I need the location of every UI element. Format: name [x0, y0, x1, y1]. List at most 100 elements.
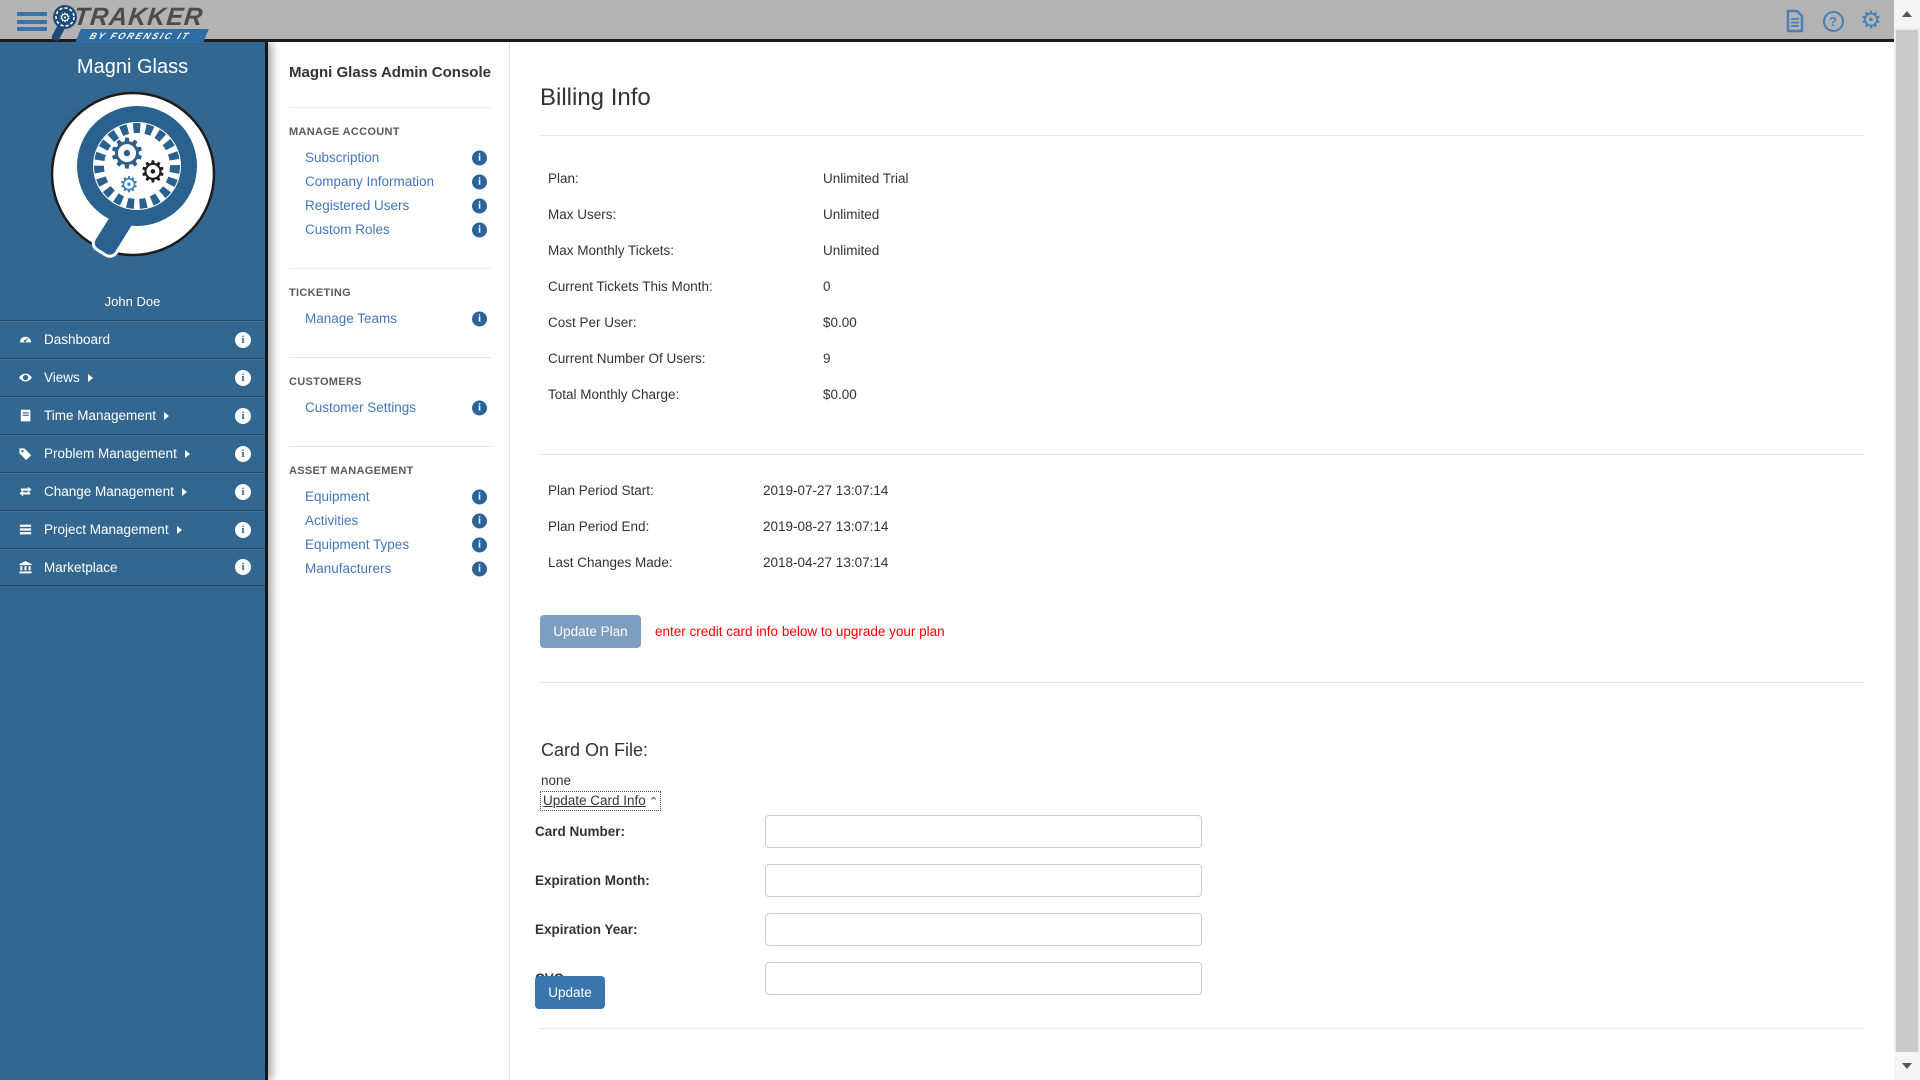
caret-right-icon [176, 525, 182, 534]
admin-link-row: Equipment [289, 485, 491, 509]
sidebar-item-marketplace[interactable]: Marketplace [0, 548, 265, 586]
admin-link-row: Equipment Types [289, 533, 491, 557]
billing-row-label: Cost Per User: [548, 315, 637, 330]
info-icon[interactable] [472, 222, 487, 238]
info-icon[interactable] [472, 150, 487, 166]
info-icon[interactable] [472, 400, 487, 416]
divider [289, 107, 491, 108]
brand-subtitle: BY FORENSIC IT [75, 29, 209, 43]
period-row-label: Plan Period Start: [548, 483, 654, 498]
book-icon [18, 408, 35, 424]
company-avatar[interactable]: ⚙ ⚙ ⚙ [49, 90, 217, 258]
document-icon[interactable] [1782, 8, 1808, 34]
expiration-month-input[interactable] [765, 864, 1202, 897]
period-row-value: 2019-07-27 13:07:14 [763, 483, 889, 498]
info-icon[interactable] [235, 521, 251, 538]
caret-right-icon [181, 487, 187, 496]
divider [540, 682, 1864, 683]
update-card-info-label[interactable]: Update Card Info [543, 793, 646, 808]
period-row-value: 2019-08-27 13:07:14 [763, 519, 889, 534]
card-number-input[interactable] [765, 815, 1202, 848]
info-icon[interactable] [235, 369, 251, 386]
expiration-year-label: Expiration Year: [535, 922, 638, 937]
help-icon[interactable] [1820, 8, 1846, 34]
scroll-down-button[interactable] [1894, 1052, 1920, 1080]
caret-right-icon [164, 411, 170, 420]
sidebar-item-views[interactable]: Views [0, 358, 265, 396]
sidebar-item-change-management[interactable]: Change Management [0, 472, 265, 510]
info-icon[interactable] [235, 559, 251, 575]
page-title: Billing Info [540, 84, 651, 111]
link-equipment-types[interactable]: Equipment Types [305, 537, 409, 552]
caret-right-icon [184, 449, 190, 458]
vertical-scrollbar[interactable] [1894, 0, 1920, 1080]
info-icon[interactable] [235, 331, 251, 348]
info-icon[interactable] [472, 513, 487, 529]
billing-row-label: Plan: [548, 171, 579, 186]
divider [540, 1028, 1864, 1029]
scrollbar-thumb[interactable] [1896, 30, 1918, 1052]
sidebar-item-label: Dashboard [44, 332, 111, 347]
brand-title: TRAKKER [72, 3, 205, 31]
admin-link-row: Customer Settings [289, 396, 491, 420]
info-icon[interactable] [472, 561, 487, 577]
expiration-year-input[interactable] [765, 913, 1202, 946]
billing-row-value: $0.00 [823, 315, 857, 330]
link-subscription[interactable]: Subscription [305, 150, 379, 165]
collapse-caret-icon [649, 796, 658, 808]
cvc-input[interactable] [765, 962, 1202, 995]
link-customer-settings[interactable]: Customer Settings [305, 400, 416, 415]
update-button[interactable]: Update [535, 976, 605, 1009]
info-icon[interactable] [472, 174, 487, 190]
sidebar-item-label: Marketplace [44, 559, 118, 575]
link-activities[interactable]: Activities [305, 513, 358, 528]
user-name: John Doe [104, 294, 161, 309]
info-icon[interactable] [472, 311, 487, 327]
billing-row-label: Current Tickets This Month: [548, 279, 713, 294]
update-plan-button[interactable]: Update Plan [540, 615, 641, 648]
billing-row-label: Max Users: [548, 207, 617, 222]
info-icon[interactable] [235, 445, 251, 462]
info-icon[interactable] [235, 407, 251, 424]
update-card-info-link[interactable]: Update Card Info [540, 791, 662, 811]
info-icon[interactable] [235, 483, 251, 500]
caret-right-icon [87, 373, 93, 382]
svg-text:⚙: ⚙ [59, 11, 71, 26]
hamburger-menu-icon[interactable] [17, 12, 47, 31]
info-icon[interactable] [472, 489, 487, 505]
link-company-information[interactable]: Company Information [305, 174, 434, 189]
link-manufacturers[interactable]: Manufacturers [305, 561, 391, 576]
sidebar-item-problem-management[interactable]: Problem Management [0, 434, 265, 472]
link-custom-roles[interactable]: Custom Roles [305, 222, 390, 237]
bank-icon [18, 559, 35, 575]
tasks-icon [18, 522, 35, 538]
divider [289, 357, 491, 358]
sidebar-item-label: Problem Management [44, 446, 177, 461]
billing-row-value: $0.00 [823, 387, 857, 402]
billing-row-label: Max Monthly Tickets: [548, 243, 675, 258]
link-manage-teams[interactable]: Manage Teams [305, 311, 397, 326]
sidebar-item-dashboard[interactable]: Dashboard [0, 320, 265, 358]
section-heading-ticketing: TICKETING [289, 287, 351, 299]
divider [289, 446, 491, 447]
period-row-label: Plan Period End: [548, 519, 650, 534]
sidebar-item-label: Time Management [44, 408, 157, 423]
info-icon[interactable] [472, 198, 487, 214]
gauge-icon [18, 332, 35, 348]
period-row-label: Last Changes Made: [548, 555, 673, 570]
billing-content: Billing Info Plan: Unlimited Trial Max U… [510, 42, 1894, 1080]
sidebar-nav: Dashboard Views Time Management Problem … [0, 320, 265, 586]
sidebar-item-time-management[interactable]: Time Management [0, 396, 265, 434]
main-sidebar: Magni Glass ⚙ ⚙ ⚙ John Doe Dashboard Vie… [0, 42, 268, 1080]
scroll-up-button[interactable] [1894, 0, 1920, 28]
expiration-month-label: Expiration Month: [535, 873, 650, 888]
link-equipment[interactable]: Equipment [305, 489, 370, 504]
admin-link-row: Activities [289, 509, 491, 533]
exchange-arrows-icon [18, 484, 35, 500]
gear-icon[interactable] [1858, 8, 1884, 34]
billing-row-value: Unlimited Trial [823, 171, 909, 186]
sidebar-item-project-management[interactable]: Project Management [0, 510, 265, 548]
section-heading-manage-account: MANAGE ACCOUNT [289, 126, 400, 138]
link-registered-users[interactable]: Registered Users [305, 198, 409, 213]
info-icon[interactable] [472, 537, 487, 553]
